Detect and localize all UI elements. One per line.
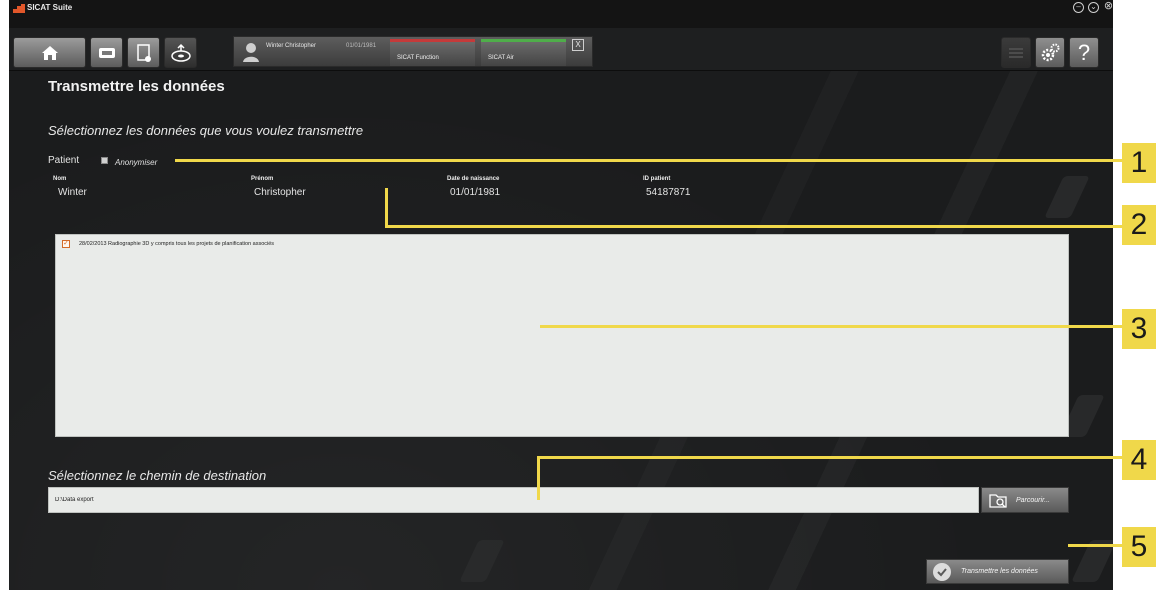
active-patient-card[interactable]: Winter Christopher 01/01/1981 SICAT Func… xyxy=(233,36,593,67)
field-header-last-name: Nom xyxy=(53,176,67,182)
transmit-data-button[interactable]: Transmettre les données xyxy=(926,559,1069,584)
callout-line-3 xyxy=(540,325,1122,328)
field-header-first-name: Prénom xyxy=(251,176,274,182)
home-button[interactable] xyxy=(13,37,86,68)
page-title: Transmettre les données xyxy=(48,78,225,95)
title-bar: SICAT Suite – ⌄ ⊗ xyxy=(9,0,1113,28)
minimize-icon[interactable]: – xyxy=(1073,2,1084,13)
field-value-birth-date: 01/01/1981 xyxy=(450,187,501,198)
callout-4: 4 xyxy=(1122,440,1156,480)
patient-card-name: Winter Christopher xyxy=(266,43,317,49)
page-subtitle: Sélectionnez les données que vous voulez… xyxy=(48,123,364,138)
sicat-logo-icon xyxy=(13,4,25,13)
screenshot-stage: SICAT Suite – ⌄ ⊗ Winter Christopher 01/ xyxy=(0,0,1161,590)
tab-sicat-function[interactable]: SICAT Function xyxy=(390,39,475,66)
browse-button[interactable]: Parcourir... xyxy=(981,487,1069,513)
destination-path-input[interactable] xyxy=(48,487,979,513)
close-patient-button[interactable]: X xyxy=(572,39,584,51)
disc-export-icon xyxy=(170,43,191,62)
callout-line-4 xyxy=(537,456,1122,459)
transmit-button-label: Transmettre les données xyxy=(961,568,1038,575)
close-window-icon[interactable]: ⊗ xyxy=(1103,1,1113,13)
destination-title: Sélectionnez le chemin de destination xyxy=(48,468,267,483)
callout-line-1 xyxy=(175,159,1122,162)
list-item-label: 28/02/2013 Radiographie 3D y compris tou… xyxy=(79,241,275,247)
field-value-last-name: Winter xyxy=(58,187,87,198)
background-decoration xyxy=(1044,176,1090,218)
item-checkbox[interactable]: ✓ xyxy=(62,240,70,248)
new-document-button[interactable] xyxy=(127,37,160,68)
help-button[interactable]: ? xyxy=(1069,37,1099,68)
main-toolbar: Winter Christopher 01/01/1981 SICAT Func… xyxy=(9,28,1113,71)
app-title: SICAT Suite xyxy=(27,3,73,12)
field-header-patient-id: ID patient xyxy=(643,176,671,182)
new-document-icon xyxy=(136,43,151,62)
callout-5: 5 xyxy=(1122,527,1156,567)
export-data-button[interactable] xyxy=(164,37,197,68)
browse-button-label: Parcourir... xyxy=(1016,496,1050,504)
records-icon xyxy=(98,47,115,58)
list-icon xyxy=(1009,47,1023,58)
chevron-down-icon[interactable]: ⌄ xyxy=(1088,2,1099,13)
callout-3: 3 xyxy=(1122,309,1156,349)
anonymize-checkbox[interactable] xyxy=(101,157,108,164)
callout-line-2 xyxy=(385,225,1122,228)
help-icon: ? xyxy=(1077,39,1091,65)
field-header-birth-date: Date de naissance xyxy=(447,176,500,182)
callout-2: 2 xyxy=(1122,205,1156,245)
gear-icon xyxy=(1041,43,1060,61)
callout-line-5 xyxy=(1068,544,1122,547)
checkmark-icon xyxy=(933,562,951,581)
browse-folder-icon xyxy=(989,494,1007,508)
patient-card-dob: 01/01/1981 xyxy=(346,43,377,49)
callout-line-2-vertical xyxy=(385,188,388,228)
data-selection-list[interactable]: ✓ 28/02/2013 Radiographie 3D y compris t… xyxy=(55,234,1069,437)
anonymize-label: Anonymiser xyxy=(115,158,158,167)
tab-sicat-air[interactable]: SICAT Air xyxy=(481,39,566,66)
field-value-first-name: Christopher xyxy=(254,187,306,198)
background-decoration xyxy=(459,540,505,582)
settings-button[interactable] xyxy=(1035,37,1065,68)
list-button[interactable] xyxy=(1001,37,1031,68)
patient-section-label: Patient xyxy=(48,155,80,166)
patient-avatar-icon xyxy=(243,43,259,62)
field-value-patient-id: 54187871 xyxy=(646,187,691,198)
patient-records-button[interactable] xyxy=(90,37,123,68)
home-icon xyxy=(41,45,58,60)
app-window: SICAT Suite – ⌄ ⊗ Winter Christopher 01/ xyxy=(9,0,1113,590)
callout-1: 1 xyxy=(1122,143,1156,183)
callout-line-4-vertical xyxy=(537,456,540,500)
